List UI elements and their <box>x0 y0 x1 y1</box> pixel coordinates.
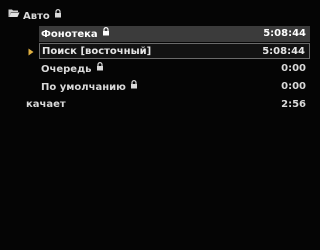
playlist-item-queue[interactable]: Очередь 0:00 <box>39 61 310 77</box>
playlist-item-label: Поиск [восточный] <box>42 46 152 57</box>
playlist-item-default[interactable]: По умолчанию 0:00 <box>39 79 310 95</box>
playlist-item-duration: 5:08:44 <box>262 46 305 57</box>
folder-open-icon <box>8 8 20 24</box>
playlist-item-search[interactable]: Поиск [восточный] 5:08:44 <box>39 43 310 59</box>
expand-arrow-icon[interactable] <box>28 48 34 56</box>
playlist-item-label: Очередь <box>41 64 92 75</box>
lock-icon <box>130 79 139 95</box>
playlist-item-label: Фонотека <box>41 29 98 40</box>
playlist-item-library[interactable]: Фонотека 5:08:44 <box>39 26 310 42</box>
playlist-item-duration: 0:00 <box>281 81 306 92</box>
downloads-item[interactable]: качает 2:56 <box>26 97 310 113</box>
lock-icon <box>102 26 111 42</box>
playlist-item-duration: 5:08:44 <box>263 28 306 39</box>
tree-root-auto[interactable]: Авто <box>8 8 228 24</box>
playlist-item-duration: 0:00 <box>281 63 306 74</box>
playlist-item-label: По умолчанию <box>41 82 126 93</box>
playlist-panel: Авто Фонотека 5:08:44 Поиск [восточный] … <box>0 0 313 250</box>
tree-root-label: Авто <box>23 11 50 22</box>
lock-icon <box>96 61 105 77</box>
downloads-label: качает <box>26 99 66 110</box>
lock-icon <box>54 8 63 24</box>
downloads-duration: 2:56 <box>281 99 306 110</box>
